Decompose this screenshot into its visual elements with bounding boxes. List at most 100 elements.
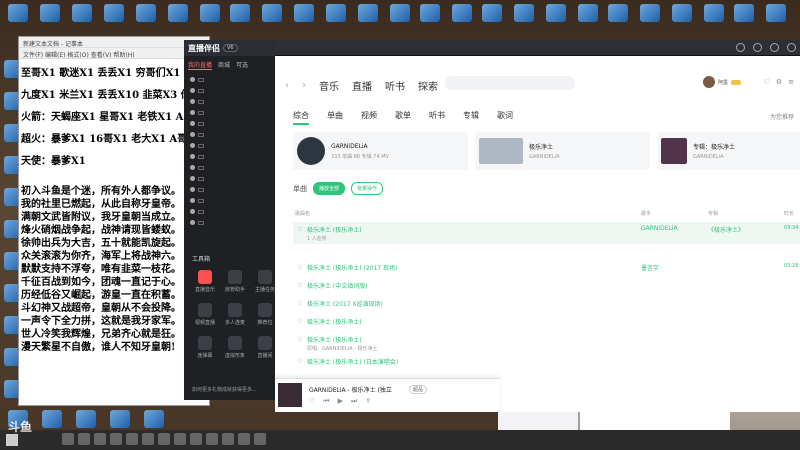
tool-item[interactable]: 直播音乐 bbox=[190, 270, 220, 293]
taskbar-app-icon[interactable] bbox=[94, 433, 106, 445]
desktop-shortcut-icon[interactable] bbox=[110, 410, 130, 428]
scene-item[interactable] bbox=[184, 118, 280, 129]
table-row[interactable]: ♡ 极乐净土 (极乐净土) (日本演唱会) bbox=[293, 354, 800, 376]
desktop-shortcut-icon[interactable] bbox=[420, 4, 440, 22]
menu-icon[interactable]: ≡ bbox=[788, 78, 794, 86]
scene-item[interactable] bbox=[184, 206, 280, 217]
scene-item[interactable] bbox=[184, 85, 280, 96]
song-card[interactable]: 极乐净土 GARNiDELiA bbox=[475, 132, 650, 170]
desktop-shortcut-icon[interactable] bbox=[608, 4, 628, 22]
notepad-menu[interactable]: 文件(F) 编辑(E) 格式(O) 查看(V) 帮助(H) bbox=[19, 48, 209, 59]
avatar[interactable] bbox=[703, 76, 715, 88]
scene-item[interactable] bbox=[184, 162, 280, 173]
desktop-shortcut-icon[interactable] bbox=[734, 4, 754, 22]
desktop-shortcut-icon[interactable] bbox=[326, 4, 346, 22]
scene-item[interactable] bbox=[184, 140, 280, 151]
desktop-shortcut-icon[interactable] bbox=[578, 4, 598, 22]
song-title[interactable]: 极乐净土 (极乐净土) (日本演唱会) bbox=[307, 357, 398, 366]
desktop-shortcut-icon[interactable] bbox=[42, 410, 62, 428]
taskbar-app-icon[interactable] bbox=[142, 433, 154, 445]
eye-icon[interactable] bbox=[190, 99, 195, 104]
tool-item[interactable]: 视频直播 bbox=[190, 303, 220, 326]
tab-my-live[interactable]: 我的直播 bbox=[188, 60, 213, 70]
heart-icon[interactable]: ♡ bbox=[297, 264, 302, 271]
taskbar-app-icon[interactable] bbox=[190, 433, 202, 445]
now-playing-cover[interactable] bbox=[278, 383, 302, 407]
heart-icon[interactable]: ♡ bbox=[297, 226, 302, 233]
desktop-shortcut-icon[interactable] bbox=[514, 4, 534, 22]
scene-item[interactable] bbox=[184, 96, 280, 107]
eye-icon[interactable] bbox=[190, 143, 195, 148]
scene-list[interactable] bbox=[184, 74, 280, 228]
desktop-shortcut-icon[interactable] bbox=[144, 410, 164, 428]
search-tab[interactable]: 单曲 bbox=[327, 110, 343, 125]
eye-icon[interactable] bbox=[190, 187, 195, 192]
now-playing-bar[interactable]: GARNiDELiA - 极乐净土 (独立 超品 ♡ ⏮ ▶ ⏭ ⇪ bbox=[275, 378, 500, 412]
eye-icon[interactable] bbox=[190, 88, 195, 93]
taskbar-app-icon[interactable] bbox=[62, 433, 74, 445]
eye-icon[interactable] bbox=[190, 198, 195, 203]
nav-audiobook[interactable]: 听书 bbox=[385, 78, 405, 93]
song-artist[interactable]: GARNiDELiA bbox=[641, 225, 678, 232]
scene-item[interactable] bbox=[184, 184, 280, 195]
tool-item[interactable]: 房管助手 bbox=[220, 270, 250, 293]
song-title[interactable]: 极乐净土 (极乐净土) bbox=[307, 317, 362, 326]
heart-icon[interactable]: ♡ bbox=[297, 318, 302, 325]
eye-icon[interactable] bbox=[190, 165, 195, 170]
notepad-window[interactable]: 新建文本文档 - 记事本 文件(F) 编辑(E) 格式(O) 查看(V) 帮助(… bbox=[18, 36, 210, 406]
heart-icon[interactable]: ♡ bbox=[764, 78, 770, 86]
forward-icon[interactable]: › bbox=[302, 80, 306, 91]
search-tab[interactable]: 视频 bbox=[361, 110, 377, 125]
eye-icon[interactable] bbox=[190, 110, 195, 115]
song-title[interactable]: 极乐净土 (中文填词版) bbox=[307, 281, 368, 290]
table-row[interactable]: ♡ 极乐净土 (极乐净土) 原唱：GARNiDELiA - 极乐净土 bbox=[293, 332, 800, 354]
search-tab[interactable]: 歌单 bbox=[395, 110, 411, 125]
desktop-shortcut-icon[interactable] bbox=[358, 4, 378, 22]
desktop-shortcut-icon[interactable] bbox=[76, 410, 96, 428]
tab-shop[interactable]: 商城 bbox=[218, 60, 230, 70]
user-profile[interactable]: 阿墨 bbox=[703, 76, 742, 88]
scene-item[interactable] bbox=[184, 107, 280, 118]
tab-optional[interactable]: 可选 bbox=[236, 60, 248, 70]
close-icon[interactable] bbox=[787, 43, 796, 52]
play-all-button[interactable]: 播放全部 bbox=[313, 182, 346, 195]
search-input[interactable] bbox=[445, 76, 575, 90]
previous-icon[interactable]: ⏮ bbox=[323, 397, 329, 406]
start-icon[interactable] bbox=[6, 434, 18, 446]
song-title[interactable]: 极乐净土 (极乐净土) (2017 现场) bbox=[307, 263, 397, 272]
eye-icon[interactable] bbox=[190, 132, 195, 137]
taskbar-app-icon[interactable] bbox=[206, 433, 218, 445]
taskbar-app-icon[interactable] bbox=[222, 433, 234, 445]
desktop-shortcut-icon[interactable] bbox=[452, 4, 472, 22]
desktop-shortcut-icon[interactable] bbox=[640, 4, 660, 22]
nav-live[interactable]: 直播 bbox=[352, 78, 372, 93]
taskbar-app-icon[interactable] bbox=[78, 433, 90, 445]
desktop-shortcut-icon[interactable] bbox=[8, 4, 28, 22]
song-title[interactable]: 极乐净土 (2017 X巡演现场) bbox=[307, 299, 383, 308]
tool-tabs[interactable]: 我的直播 商城 可选 bbox=[184, 56, 280, 74]
table-row[interactable]: ♡ 极乐净土 (极乐净土) 1 人在听 GARNiDELiA 《极乐净土》 03:34 bbox=[293, 222, 800, 244]
tool-item[interactable]: 虚拟形象 bbox=[220, 336, 250, 359]
eye-icon[interactable] bbox=[190, 220, 195, 225]
maximize-icon[interactable] bbox=[770, 43, 779, 52]
taskbar-app-icon[interactable] bbox=[110, 433, 122, 445]
tool-footer[interactable]: 如何更多礼物成就获得更多... bbox=[192, 386, 257, 393]
eye-icon[interactable] bbox=[190, 154, 195, 159]
recommend-link[interactable]: 为您推荐 bbox=[770, 112, 794, 121]
search-tab[interactable]: 综合 bbox=[293, 110, 309, 125]
desktop-shortcut-icon[interactable] bbox=[72, 4, 92, 22]
toolbox-grid[interactable]: 直播音乐 房管助手 主播任务 视频直播 多人连麦 推荐位 连弹幕 虚拟形象 直播间 bbox=[190, 270, 280, 359]
song-album[interactable]: 《极乐净土》 bbox=[708, 225, 744, 234]
eye-icon[interactable] bbox=[190, 121, 195, 126]
search-tab[interactable]: 听书 bbox=[429, 110, 445, 125]
play-icon[interactable]: ▶ bbox=[338, 397, 343, 406]
heart-icon[interactable]: ♡ bbox=[309, 397, 315, 406]
desktop-shortcut-icon[interactable] bbox=[482, 4, 502, 22]
scene-item[interactable] bbox=[184, 129, 280, 140]
notepad-content[interactable]: 至哥X1 歌迷X1 丢丢X1 穷哥们X1 余 九度X1 米兰X1 丢丢X10 韭… bbox=[19, 59, 209, 354]
song-title[interactable]: 极乐净土 (极乐净土) bbox=[307, 335, 362, 344]
scene-item[interactable] bbox=[184, 217, 280, 228]
desktop-shortcut-icon[interactable] bbox=[704, 4, 724, 22]
desktop-shortcut-icon[interactable] bbox=[546, 4, 566, 22]
scene-item[interactable] bbox=[184, 74, 280, 85]
